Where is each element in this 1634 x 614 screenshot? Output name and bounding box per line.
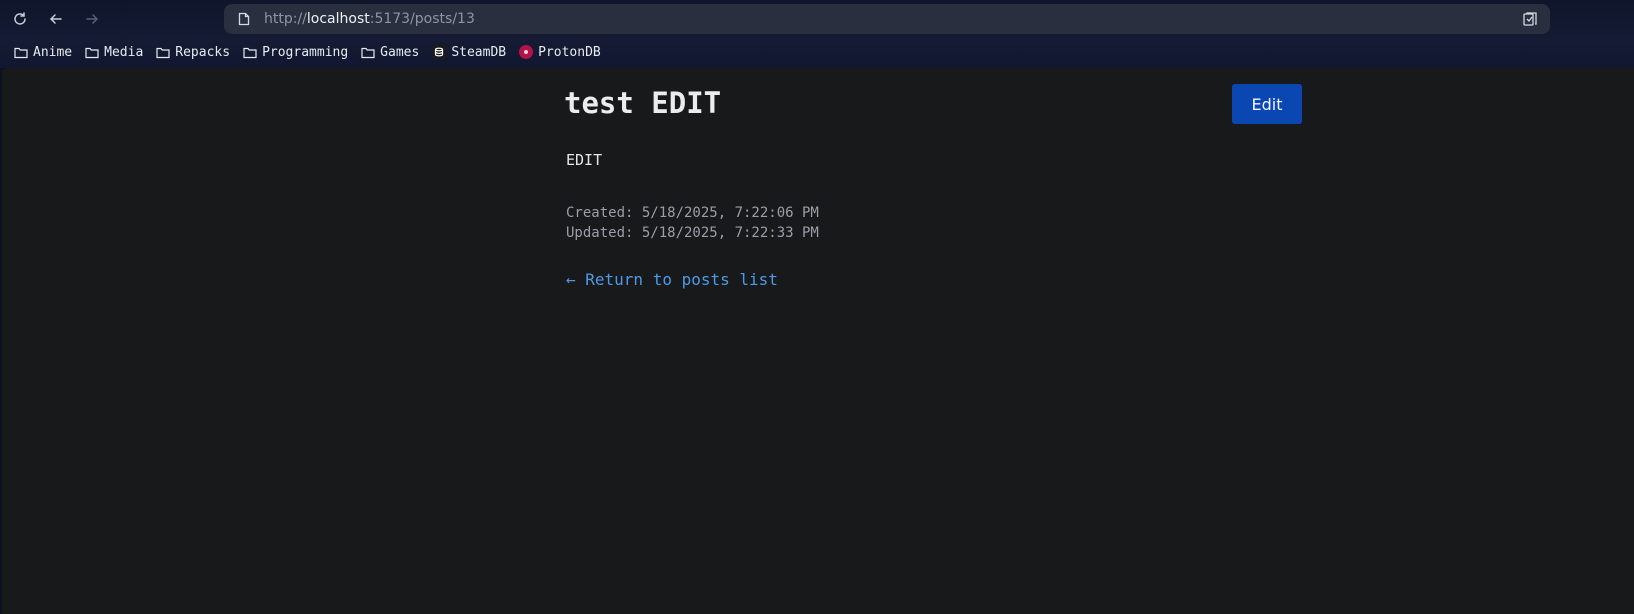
reload-icon[interactable] (9, 8, 31, 30)
bookmark-media[interactable]: Media (85, 45, 143, 60)
created-timestamp: Created: 5/18/2025, 7:22:06 PM (566, 205, 819, 221)
address-bar[interactable]: http://localhost:5173/posts/13 (224, 4, 1550, 34)
bookmark-programming[interactable]: Programming (243, 45, 348, 60)
bookmark-steamdb[interactable]: SteamDB (432, 45, 506, 60)
bookmark-games[interactable]: Games (361, 45, 419, 60)
return-to-posts-link[interactable]: ← Return to posts list (566, 270, 778, 289)
protondb-favicon-icon (519, 45, 534, 59)
bookmark-label: Anime (33, 44, 73, 60)
bookmarks-bar: Anime Media Repacks Programming Games St… (14, 42, 601, 62)
url-scheme: http:// (264, 11, 307, 27)
bookmark-label: SteamDB (451, 44, 507, 60)
bookmark-repacks[interactable]: Repacks (156, 45, 230, 60)
forward-arrow-icon[interactable] (81, 8, 103, 30)
folder-icon (14, 47, 28, 58)
post-title: test EDIT (564, 86, 722, 120)
steamdb-favicon-icon (432, 45, 447, 59)
updated-timestamp: Updated: 5/18/2025, 7:22:33 PM (566, 225, 819, 241)
url-host: localhost (306, 11, 370, 27)
bookmark-protondb[interactable]: ProtonDB (519, 45, 601, 60)
bookmark-label: Games (380, 44, 420, 60)
post-body: EDIT (566, 151, 603, 169)
url-path: :5173/posts/13 (369, 11, 475, 27)
folder-icon (85, 47, 99, 58)
page-icon (238, 12, 250, 26)
bookmark-label: Programming (262, 44, 349, 60)
folder-icon (156, 47, 170, 58)
bookmark-label: Repacks (175, 44, 231, 60)
folder-icon (361, 47, 375, 58)
bookmark-label: ProtonDB (538, 44, 601, 60)
folder-icon (243, 47, 257, 58)
reader-mode-icon[interactable] (1522, 11, 1538, 27)
page-viewport (2, 68, 1634, 614)
bookmark-label: Media (104, 44, 144, 60)
url-text[interactable]: http://localhost:5173/posts/13 (264, 4, 475, 34)
edit-button[interactable]: Edit (1232, 84, 1302, 124)
back-arrow-icon[interactable] (45, 8, 67, 30)
browser-chrome: http://localhost:5173/posts/13 Anime Med… (0, 0, 1634, 68)
bookmark-anime[interactable]: Anime (14, 45, 72, 60)
